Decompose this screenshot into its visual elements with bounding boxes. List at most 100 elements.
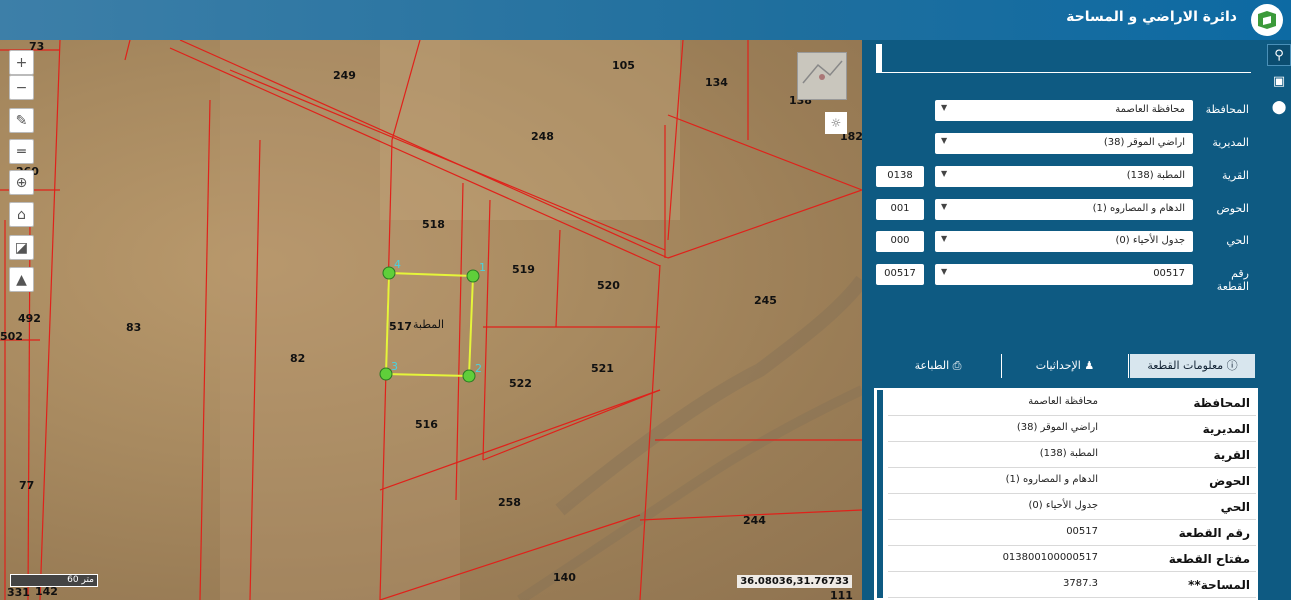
tab-parcel-info[interactable]: ⓘ معلومات القطعة [1130, 354, 1255, 378]
basin-code-field[interactable]: 001 [876, 199, 924, 220]
tab-label: الطباعة [914, 359, 950, 372]
info-row: المساحة** 3787.3 [888, 572, 1256, 598]
village-select[interactable]: المطبة (138) ▼ [935, 166, 1193, 187]
layers-icon[interactable]: ▣ [1267, 70, 1291, 92]
parcel-label: 331 [7, 586, 30, 599]
coordinates-readout: 36.08036,31.76733 [737, 575, 852, 588]
tab-coordinates[interactable]: ♟ الإحداثيات [1002, 354, 1129, 378]
parcel-label: 518 [422, 218, 445, 231]
parcel-label: 134 [705, 76, 728, 89]
parcel-label: 516 [415, 418, 438, 431]
form-label: القرية [1221, 169, 1249, 182]
parcel-label: 82 [290, 352, 306, 365]
form-label: المحافظة [1205, 103, 1249, 116]
parcel-label: 517 [389, 320, 412, 333]
info-row: مفتاح القطعة 013800100000517 [888, 546, 1256, 572]
caret-down-icon: ▼ [941, 234, 948, 243]
parcel-label: 258 [498, 496, 521, 509]
form-row-governorate: المحافظة محافظة العاصمة ▼ [866, 100, 1267, 122]
select-value: الدهام و المصاروه (1) [1092, 203, 1185, 214]
tab-print[interactable]: ⎙ الطباعة [875, 354, 1002, 378]
form-row-directorate: المديرية اراضي الموقر (38) ▼ [866, 133, 1267, 155]
zoom-out-button[interactable]: − [9, 75, 34, 100]
scale-bar: 60 متر [10, 574, 98, 587]
scrollbar[interactable] [877, 390, 883, 598]
compass-icon[interactable]: ▲ [9, 267, 34, 292]
parcel-label: 519 [512, 263, 535, 276]
search-icon[interactable]: ⚲ [1267, 44, 1291, 66]
district-code-field[interactable]: 000 [876, 231, 924, 252]
parcel-label: 522 [509, 377, 532, 390]
parcel-label: 77 [19, 479, 35, 492]
parcel-code-field[interactable]: 00517 [876, 264, 924, 285]
select-value: اراضي الموقر (38) [1103, 137, 1185, 148]
home-icon[interactable]: ⌂ [9, 202, 34, 227]
measure-area-icon[interactable]: ◪ [9, 235, 34, 260]
info-value: اراضي الموقر (38) [1016, 422, 1098, 433]
parcel-label: 521 [591, 362, 614, 375]
tab-label: الإحداثيات [1035, 359, 1081, 372]
form-label: رقم القطعة [1216, 267, 1249, 293]
zoom-in-button[interactable]: + [9, 50, 34, 75]
caret-down-icon: ▼ [941, 267, 948, 276]
divider [876, 72, 1251, 73]
parcel-label: 105 [612, 59, 635, 72]
parcel-info-table: المحافظة محافظة العاصمة المديرية اراضي الم… [874, 388, 1258, 600]
form-label: المديرية [1212, 136, 1249, 149]
caret-down-icon: ▼ [941, 136, 948, 145]
vertex-label: 4 [394, 258, 401, 271]
info-value: 3787.3 [1063, 578, 1098, 589]
measure-icon[interactable]: ═ [9, 139, 34, 164]
info-value: محافظة العاصمة [1028, 396, 1098, 407]
parcel-label: 248 [531, 130, 554, 143]
info-key: المحافظة [1193, 396, 1250, 410]
basin-select[interactable]: الدهام و المصاروه (1) ▼ [935, 199, 1193, 220]
info-key: رقم القطعة [1178, 526, 1250, 540]
map-view[interactable]: 73 249 105 134 138 248 182 518 519 520 2… [0, 40, 862, 600]
district-select[interactable]: جدول الأحياء (0) ▼ [935, 231, 1193, 252]
caret-down-icon: ▼ [941, 103, 948, 112]
governorate-select[interactable]: محافظة العاصمة ▼ [935, 100, 1193, 121]
location-pin-icon[interactable]: ⬤ [1267, 96, 1291, 118]
parcel-label: 83 [126, 321, 142, 334]
side-icon-bar: ⚲ ▣ ⬤ [1267, 40, 1291, 600]
info-row: القرية المطبة (138) [888, 442, 1256, 468]
info-row: الحوض الدهام و المصاروه (1) [888, 468, 1256, 494]
locate-icon[interactable]: ⊕ [9, 170, 34, 195]
tab-label: معلومات القطعة [1147, 359, 1224, 372]
form-row-village: القرية المطبة (138) ▼ 0138 [866, 166, 1267, 188]
parcel-label: 520 [597, 279, 620, 292]
top-bar: دائرة الاراضي و المساحة [0, 0, 1291, 40]
info-value: 00517 [1066, 526, 1098, 537]
form-label: الحي [1226, 234, 1249, 247]
app-title: دائرة الاراضي و المساحة [1066, 9, 1237, 25]
parcel-label: 244 [743, 514, 766, 527]
info-row: رقم القطعة 00517 [888, 520, 1256, 546]
info-key: الحي [1220, 500, 1250, 514]
parcel-label: 111 [830, 589, 853, 600]
select-value: 00517 [1153, 268, 1185, 279]
form-label: الحوض [1216, 202, 1250, 215]
vertex-label: 3 [391, 360, 398, 373]
print-icon: ⎙ [949, 359, 962, 372]
info-value: جدول الأحياء (0) [1028, 500, 1099, 511]
logo-icon [1251, 4, 1283, 36]
draw-icon[interactable]: ✎ [9, 108, 34, 133]
village-code-field[interactable]: 0138 [876, 166, 924, 187]
form-row-parcel: رقم القطعة 00517 ▼ 00517 [866, 264, 1267, 298]
directorate-select[interactable]: اراضي الموقر (38) ▼ [935, 133, 1193, 154]
form-row-district: الحي جدول الأحياء (0) ▼ 000 [866, 231, 1267, 253]
parcel-label: 492 [18, 312, 41, 325]
vertex-label: 1 [479, 261, 486, 274]
info-row: المديرية اراضي الموقر (38) [888, 416, 1256, 442]
info-row: المحافظة محافظة العاصمة [888, 390, 1256, 416]
parcel-select[interactable]: 00517 ▼ [935, 264, 1193, 285]
select-value: محافظة العاصمة [1115, 104, 1185, 115]
overview-minimap[interactable] [797, 52, 847, 100]
info-value: 013800100000517 [1002, 552, 1098, 563]
info-key: الحوض [1209, 474, 1250, 488]
info-icon: ⓘ [1223, 359, 1238, 372]
info-key: القرية [1213, 448, 1250, 462]
info-key: مفتاح القطعة [1168, 552, 1250, 566]
sun-icon[interactable]: ☼ [825, 112, 847, 134]
